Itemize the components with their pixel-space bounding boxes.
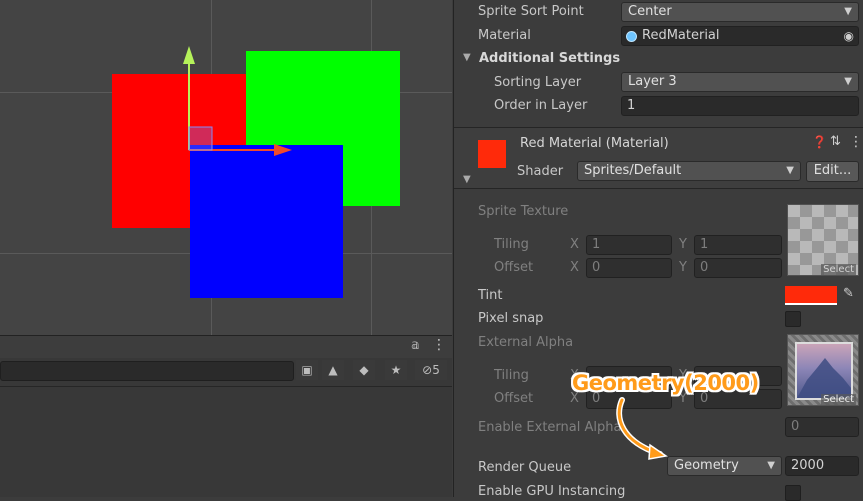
tint-label: Tint — [478, 288, 503, 303]
offset-x-input[interactable]: 0 — [586, 258, 672, 278]
shader-dropdown[interactable]: Sprites/Default ▼ — [577, 161, 801, 181]
visibility-off-icon[interactable]: ⊘5 — [415, 360, 447, 380]
sorting-layer-dropdown[interactable]: Layer 3 ▼ — [621, 72, 859, 92]
chevron-down-icon: ▼ — [786, 165, 794, 176]
select-texture-button[interactable]: Select — [821, 394, 856, 405]
order-in-layer-label: Order in Layer — [494, 98, 588, 113]
x-label: X — [570, 237, 579, 252]
sprite-sort-point-label: Sprite Sort Point — [478, 4, 584, 19]
divider — [454, 188, 863, 189]
more-vert-icon[interactable]: ⋮ — [432, 337, 446, 353]
panel-header: 𝕒 ⋮ — [0, 335, 452, 358]
pixel-snap-checkbox[interactable] — [785, 311, 801, 327]
chevron-down-icon: ▼ — [844, 76, 852, 87]
transform-gizmo[interactable] — [0, 0, 452, 335]
x-axis-arrow — [274, 144, 292, 156]
dropdown-value: Sprites/Default — [584, 163, 682, 178]
y-label: Y — [679, 237, 687, 252]
pixel-snap-label: Pixel snap — [478, 311, 544, 326]
preset-icon[interactable]: ⇅ — [830, 134, 841, 149]
xy-plane-handle — [188, 126, 213, 151]
tiling-label: Tiling — [494, 368, 529, 383]
dropdown-value: Layer 3 — [628, 74, 677, 89]
more-vert-icon[interactable]: ⋮ — [849, 134, 863, 150]
tag-icon[interactable]: ◆ — [353, 360, 375, 380]
chevron-down-icon: ▼ — [767, 460, 775, 471]
foldout-arrow-icon[interactable]: ▼ — [463, 174, 471, 185]
foldout-arrow-icon[interactable]: ▼ — [463, 52, 471, 63]
external-alpha-slot[interactable]: Select — [787, 334, 859, 406]
y-axis-arrow — [183, 46, 195, 64]
material-label: Material — [478, 28, 531, 43]
render-queue-label: Render Queue — [478, 460, 572, 475]
material-field[interactable]: RedMaterial ◉ — [621, 26, 859, 46]
object-picker-icon[interactable]: ◉ — [844, 27, 854, 45]
render-queue-dropdown[interactable]: Geometry ▼ — [667, 456, 782, 476]
sorting-layer-label: Sorting Layer — [494, 75, 582, 90]
offset-label: Offset — [494, 391, 534, 406]
alpha-texture-thumbnail — [795, 342, 853, 400]
sprite-sort-point-dropdown[interactable]: Center ▼ — [621, 2, 859, 22]
chevron-down-icon: ▼ — [844, 6, 852, 17]
annotation-arrow — [616, 397, 668, 460]
x-label: X — [570, 260, 579, 275]
material-sphere-icon — [626, 31, 637, 42]
gpu-instancing-checkbox[interactable] — [785, 485, 801, 501]
edit-shader-button[interactable]: Edit... — [806, 161, 859, 182]
divider — [0, 386, 452, 387]
dropdown-value: Geometry — [674, 458, 739, 473]
enable-external-alpha-input[interactable]: 0 — [785, 417, 859, 437]
offset-y-input[interactable]: 0 — [694, 258, 782, 278]
hierarchy-panel: 𝕒 ⋮ ▣ ▲ ◆ ★ ⊘5 — [0, 335, 452, 497]
hidden-count: 5 — [432, 363, 440, 377]
help-icon[interactable]: ❓ — [812, 135, 827, 149]
external-alpha-label: External Alpha — [478, 335, 574, 350]
shader-label: Shader — [517, 164, 564, 179]
sprite-texture-slot[interactable]: Select — [787, 204, 859, 276]
scene-view[interactable] — [0, 0, 452, 335]
search-input[interactable] — [0, 361, 294, 381]
tiling-y-input[interactable]: 1 — [694, 235, 782, 255]
favorite-icon[interactable]: ★ — [385, 360, 407, 380]
material-title: Red Material (Material) — [520, 136, 669, 151]
tint-color-field[interactable] — [785, 286, 837, 305]
tiling-x-input[interactable]: 1 — [586, 235, 672, 255]
material-preview — [478, 140, 506, 168]
additional-settings-header[interactable]: Additional Settings — [479, 51, 620, 66]
render-queue-input[interactable]: 2000 — [785, 456, 859, 476]
tiling-label: Tiling — [494, 237, 529, 252]
annotation-label: Geometry(2000) — [572, 371, 759, 395]
account-icon[interactable]: 𝕒 — [411, 338, 420, 353]
y-label: Y — [679, 260, 687, 275]
mountain-image — [797, 358, 851, 398]
shapes-icon[interactable]: ▲ — [322, 360, 344, 380]
eyedropper-icon[interactable]: ✎ — [843, 286, 854, 301]
search-scene-icon[interactable]: ▣ — [296, 360, 318, 380]
dropdown-value: Center — [628, 4, 672, 19]
material-value: RedMaterial — [642, 28, 720, 43]
offset-label: Offset — [494, 260, 534, 275]
order-in-layer-input[interactable]: 1 — [621, 96, 859, 116]
select-texture-button[interactable]: Select — [821, 264, 856, 275]
sprite-texture-label: Sprite Texture — [478, 204, 569, 219]
